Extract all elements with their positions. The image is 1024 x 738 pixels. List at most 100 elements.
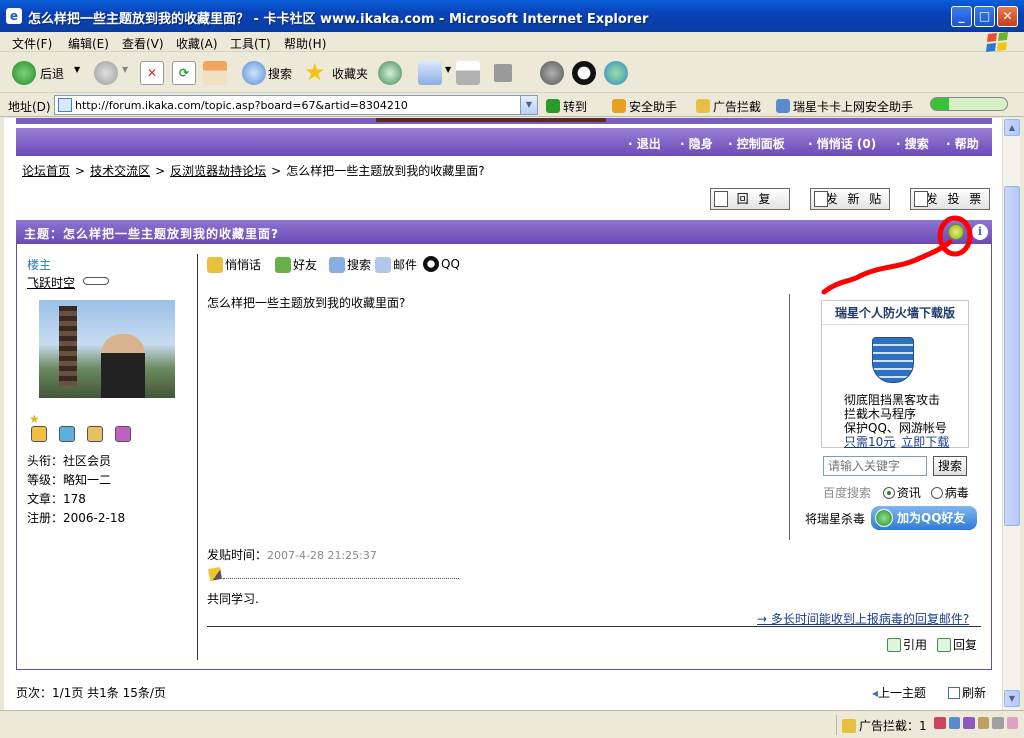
tool-private-message[interactable]: 悄悄话	[207, 256, 261, 273]
menu-favorites[interactable]: 收藏(A)	[176, 35, 218, 52]
keyword-search-input[interactable]	[823, 456, 927, 476]
author-level: 等级：略知一二	[27, 473, 112, 487]
ad-download-link[interactable]: 立即下载	[901, 435, 949, 449]
adblock-status-icon	[842, 719, 856, 733]
nav-private-messages[interactable]: · 悄悄话 (0)	[808, 135, 876, 152]
ad-price-link[interactable]: 只需10元	[844, 435, 895, 449]
breadcrumb-board[interactable]: 反浏览器劫持论坛	[170, 164, 266, 178]
menu-tools[interactable]: 工具(T)	[230, 35, 271, 52]
radio-virus-dot[interactable]	[930, 487, 943, 499]
menu-edit[interactable]: 编辑(E)	[68, 35, 109, 52]
nav-help[interactable]: · 帮助	[946, 135, 979, 152]
minimize-button[interactable]: _	[951, 6, 972, 27]
home-button[interactable]	[203, 59, 229, 87]
keyword-search-button[interactable]: 搜索	[933, 456, 967, 476]
tool-email[interactable]: 邮件	[375, 256, 417, 273]
refresh-page-icon	[948, 687, 960, 699]
rising-icon	[776, 99, 790, 113]
ime-icon[interactable]	[934, 717, 946, 729]
back-button[interactable]: 后退 ▼	[10, 59, 84, 87]
address-url[interactable]: http://forum.ikaka.com/topic.asp?board=6…	[75, 99, 408, 112]
mail-button[interactable]: ▼	[418, 59, 452, 87]
search-button[interactable]: 搜索	[242, 59, 302, 87]
reply-post-button[interactable]: 回复	[937, 636, 977, 653]
firewall-ad[interactable]: 瑞星个人防火墙下载版 彻底阻挡黑客攻击 拦截木马程序 保护QQ、网游帐号 只需1…	[821, 300, 969, 449]
window-title-bar[interactable]: e 怎么样把一些主题放到我的收藏里面？ - 卡卡社区 www.ikaka.com…	[0, 0, 1024, 32]
menu-view[interactable]: 查看(V)	[122, 35, 164, 52]
add-favorite-icon[interactable]	[948, 224, 964, 240]
tray-icon-6[interactable]	[1006, 717, 1018, 729]
address-field[interactable]: http://forum.ikaka.com/topic.asp?board=6…	[54, 95, 538, 115]
nav-logout[interactable]: · 退出	[628, 135, 661, 152]
link-rising-helper[interactable]: 瑞星卡卡上网安全助手	[776, 98, 913, 115]
nav-invisible[interactable]: · 隐身	[680, 135, 713, 152]
breadcrumb-tech-area[interactable]: 技术交流区	[90, 164, 150, 178]
forward-dropdown-icon[interactable]: ▼	[122, 65, 128, 74]
adblock-icon	[696, 99, 710, 113]
menu-file[interactable]: 文件(F)	[12, 35, 52, 52]
prev-topic-link[interactable]: ◂上一主题	[872, 684, 926, 701]
tool-search[interactable]: 搜索	[329, 256, 371, 273]
qq-penguin-icon	[572, 61, 596, 85]
shield-icon	[612, 99, 626, 113]
new-post-icon	[814, 191, 828, 207]
back-dropdown-icon[interactable]: ▼	[74, 65, 80, 74]
avatar	[39, 300, 175, 398]
scroll-up-icon[interactable]: ▲	[1004, 119, 1020, 136]
go-button[interactable]: 转到	[546, 98, 587, 115]
adblock-status[interactable]: 广告拦截：1	[842, 717, 927, 734]
tray-icon-4[interactable]	[977, 717, 989, 729]
info-icon[interactable]: i	[972, 224, 988, 240]
add-qq-friend-button[interactable]: 加为QQ好友	[871, 506, 977, 530]
msn-button[interactable]	[604, 59, 630, 87]
page-icon	[58, 98, 72, 112]
favorites-button[interactable]: ★ 收藏夹	[304, 59, 374, 87]
post-bottom-divider	[207, 626, 981, 627]
close-button[interactable]: ✕	[997, 6, 1018, 27]
tray-icon-2[interactable]	[948, 717, 960, 729]
breadcrumb-forum-home[interactable]: 论坛首页	[22, 164, 70, 178]
medal-cat-icon	[115, 426, 131, 442]
tool-qq[interactable]: QQ	[423, 256, 460, 272]
link-security-helper[interactable]: 安全助手	[612, 98, 677, 115]
tool-add-friend[interactable]: 好友	[275, 256, 317, 273]
signature-divider	[223, 578, 459, 579]
nav-control-panel[interactable]: · 控制面板	[728, 135, 785, 152]
search-options: 百度搜索 资讯 病毒	[823, 484, 969, 501]
reply-button[interactable]: 回 复	[710, 188, 790, 210]
vertical-scrollbar[interactable]: ▲ ▼	[1002, 118, 1020, 710]
refresh-button[interactable]: ⟳	[172, 59, 198, 87]
history-button[interactable]	[378, 59, 404, 87]
post-container: 楼主 飞跃时空 ★ 头衔：社区会员 等级：略知一二 文章：178 注册：2006…	[16, 244, 992, 670]
quote-button[interactable]: 引用	[887, 636, 927, 653]
new-post-button[interactable]: 发 新 贴	[810, 188, 890, 210]
tray-icon-3[interactable]	[963, 717, 975, 729]
edit-button[interactable]	[494, 59, 520, 87]
radio-news-dot[interactable]	[882, 487, 895, 499]
qq-button[interactable]	[572, 59, 598, 87]
new-poll-button[interactable]: 发 投 票	[910, 188, 990, 210]
radio-news[interactable]: 资讯	[882, 486, 921, 500]
print-button[interactable]	[456, 59, 482, 87]
author-name[interactable]: 飞跃时空	[27, 274, 75, 291]
address-dropdown-icon[interactable]: ▼	[520, 96, 537, 114]
stop-button[interactable]: ✕	[140, 59, 166, 87]
refresh-link[interactable]: 刷新	[948, 684, 986, 701]
nav-search[interactable]: · 搜索	[896, 135, 929, 152]
keyboard-icon[interactable]	[992, 717, 1004, 729]
mail-dropdown-icon[interactable]: ▼	[445, 65, 451, 74]
banner-ad[interactable]	[376, 118, 606, 122]
radio-virus[interactable]: 病毒	[930, 486, 969, 500]
history-icon	[378, 61, 402, 85]
scroll-thumb[interactable]	[1004, 186, 1020, 526]
related-topic-link[interactable]: → 多长时间能收到上报病毒的回复邮件?	[757, 610, 969, 627]
forward-button[interactable]: ▼	[92, 59, 132, 87]
medal-badge-icon	[87, 426, 103, 442]
scroll-down-icon[interactable]: ▼	[1004, 690, 1020, 707]
safety-slider[interactable]	[930, 97, 1008, 111]
messenger-cat-button[interactable]	[540, 59, 566, 87]
breadcrumb-current: 怎么样把一些主题放到我的收藏里面?	[286, 164, 485, 178]
link-ad-block[interactable]: 广告拦截	[696, 98, 761, 115]
menu-help[interactable]: 帮助(H)	[284, 35, 326, 52]
maximize-button[interactable]: □	[974, 6, 995, 27]
